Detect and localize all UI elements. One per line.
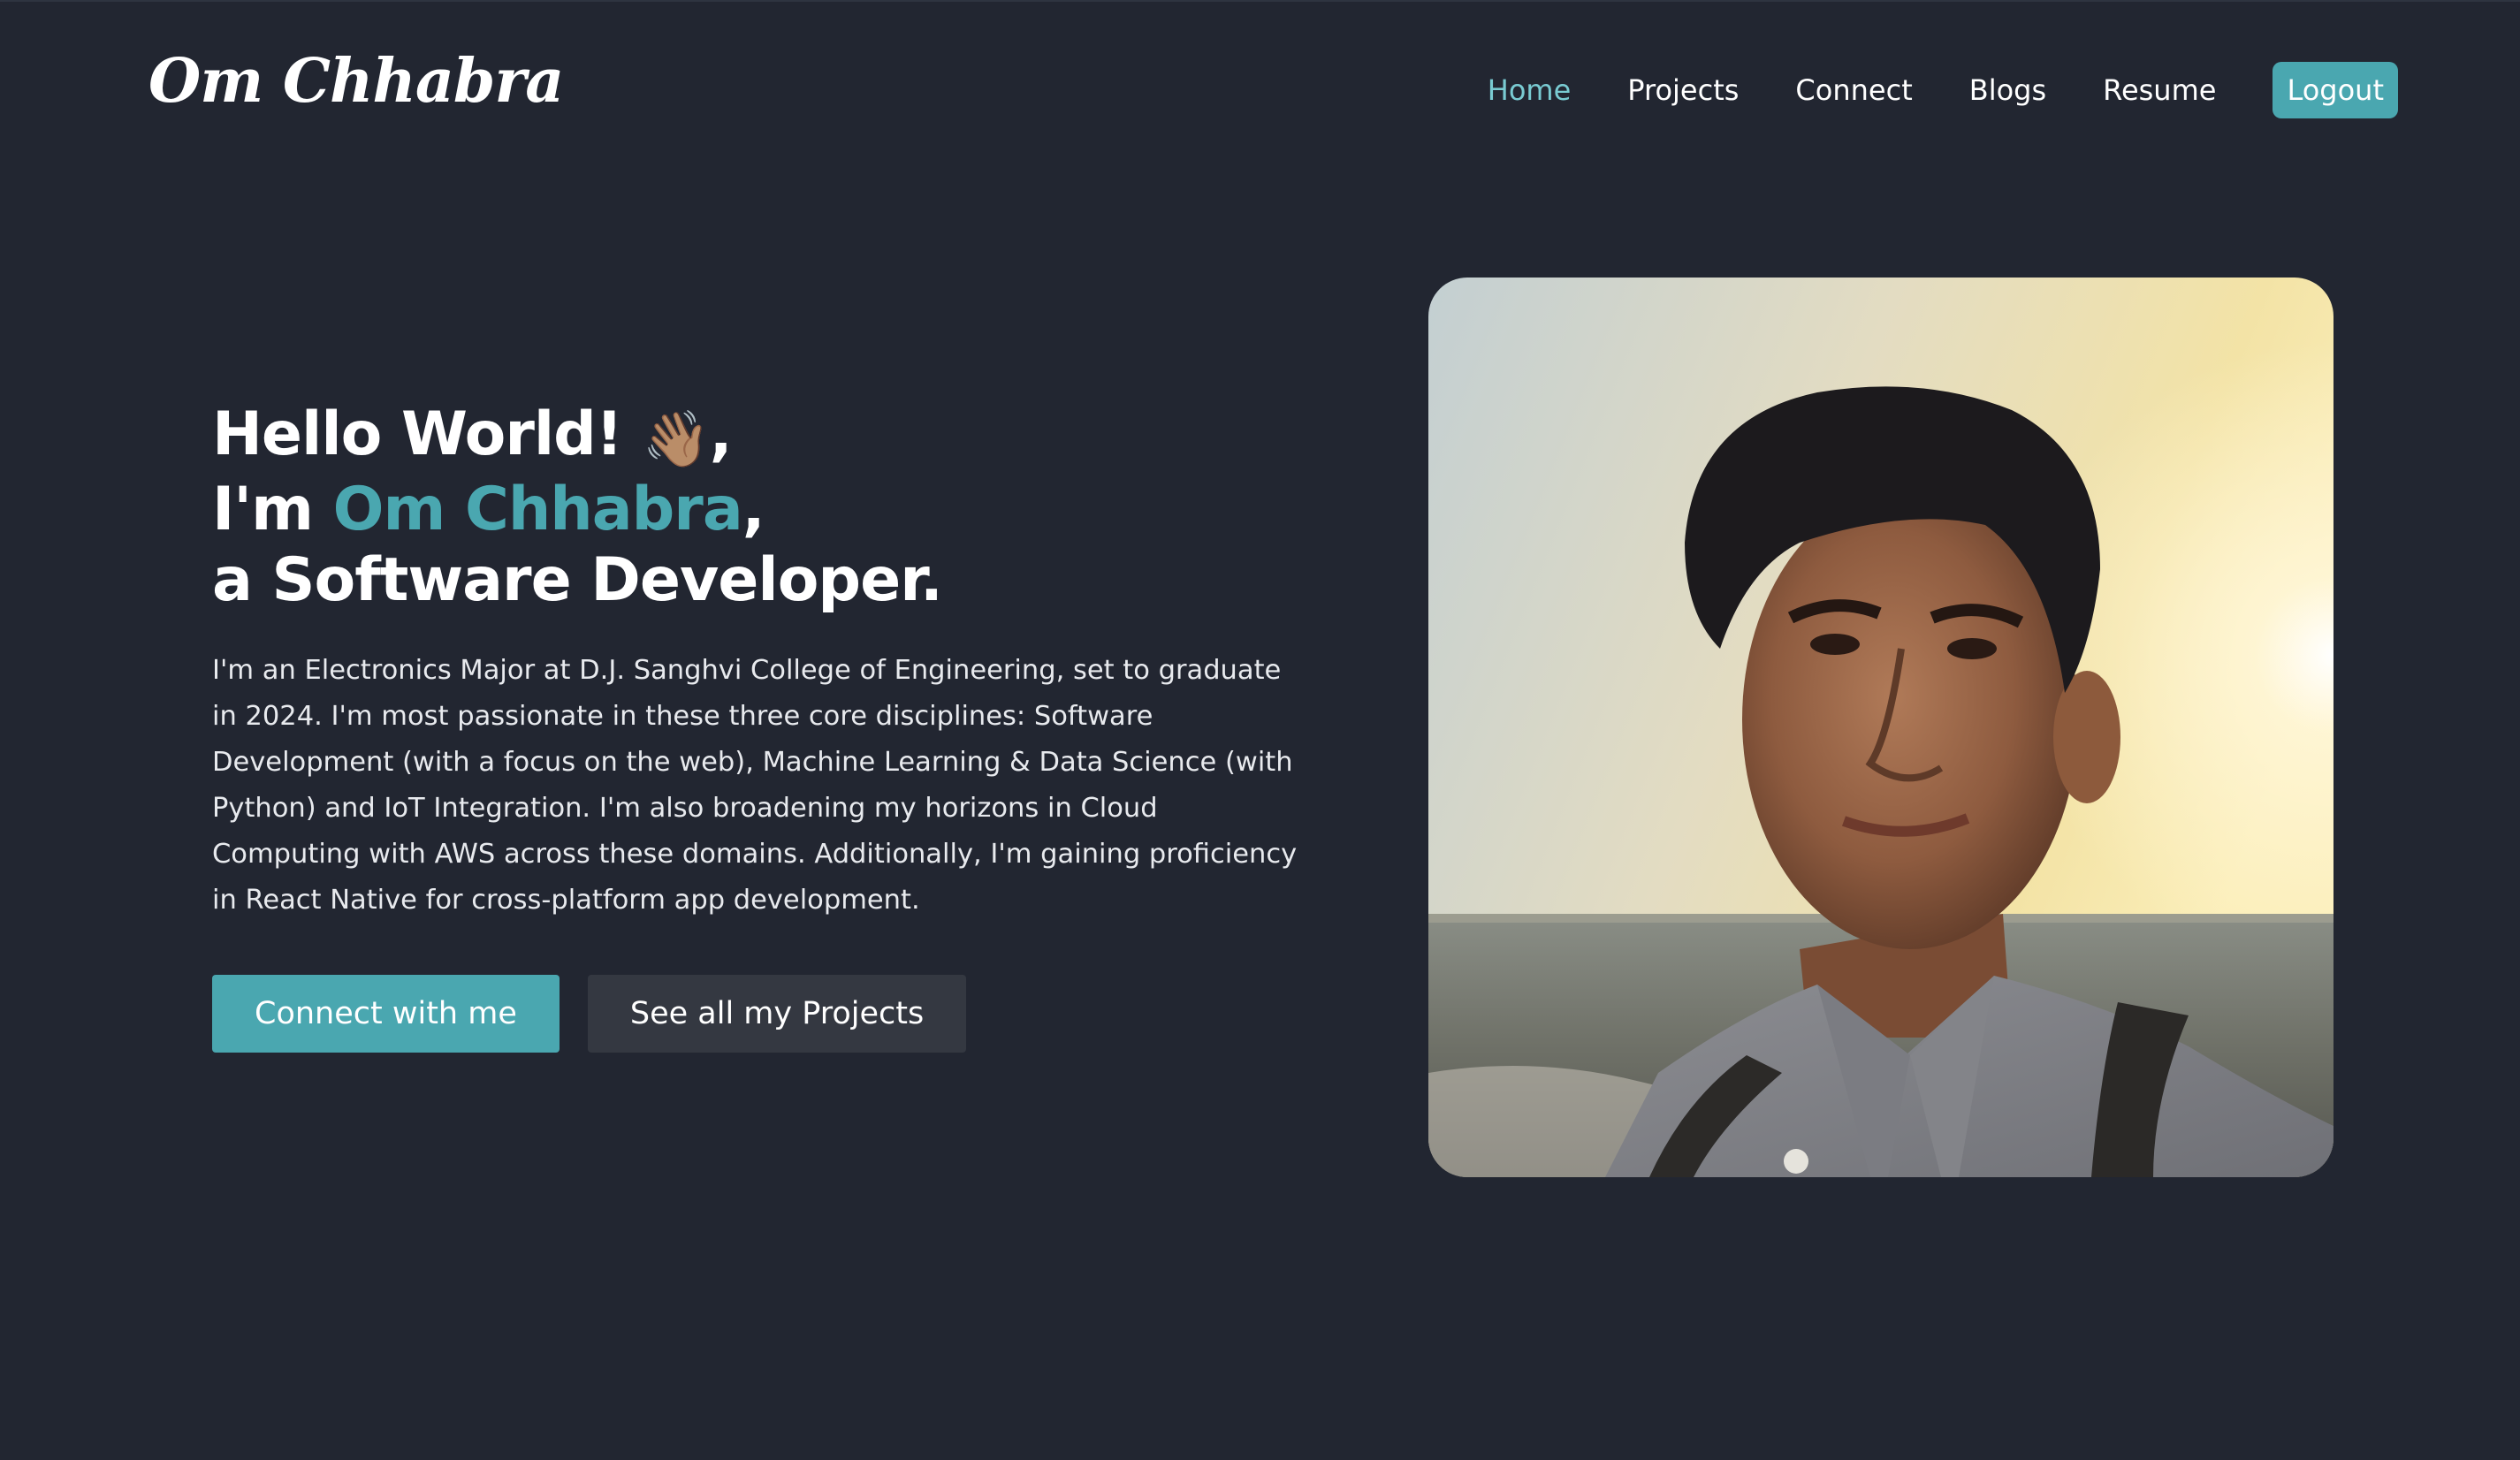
hero-buttons: Connect with me See all my Projects <box>212 975 967 1053</box>
headline-role: a Software Developer. <box>212 545 943 615</box>
projects-button[interactable]: See all my Projects <box>587 975 967 1053</box>
nav-link-projects[interactable]: Projects <box>1627 62 1739 118</box>
connect-button[interactable]: Connect with me <box>212 975 560 1053</box>
navbar: Om Chhabra Home Projects Connect Blogs R… <box>0 0 2520 181</box>
nav-links: Home Projects Connect Blogs Resume Logou… <box>1431 62 2398 118</box>
nav-link-home[interactable]: Home <box>1488 62 1572 118</box>
site-logo[interactable]: Om Chhabra <box>148 46 564 117</box>
logout-button[interactable]: Logout <box>2273 62 2398 118</box>
hero-intro: Hello World! 👋🏽, I'm Om Chhabra, a Softw… <box>212 399 1308 951</box>
waving-hand-icon: 👋🏽 <box>642 407 711 471</box>
profile-photo <box>1428 278 2333 1177</box>
nav-link-resume[interactable]: Resume <box>2103 62 2216 118</box>
nav-link-connect[interactable]: Connect <box>1795 62 1912 118</box>
headline-im: I'm <box>212 475 333 544</box>
headline-greeting: Hello World! <box>212 399 643 469</box>
bio-paragraph: I'm an Electronics Major at D.J. Sanghvi… <box>212 655 1298 916</box>
headline-name: Om Chhabra <box>332 475 743 544</box>
nav-link-blogs[interactable]: Blogs <box>1969 62 2046 118</box>
headline-comma: , <box>709 399 733 469</box>
hero-headline: Hello World! 👋🏽, I'm Om Chhabra, a Softw… <box>212 399 1308 616</box>
headline-comma-2: , <box>742 475 765 544</box>
